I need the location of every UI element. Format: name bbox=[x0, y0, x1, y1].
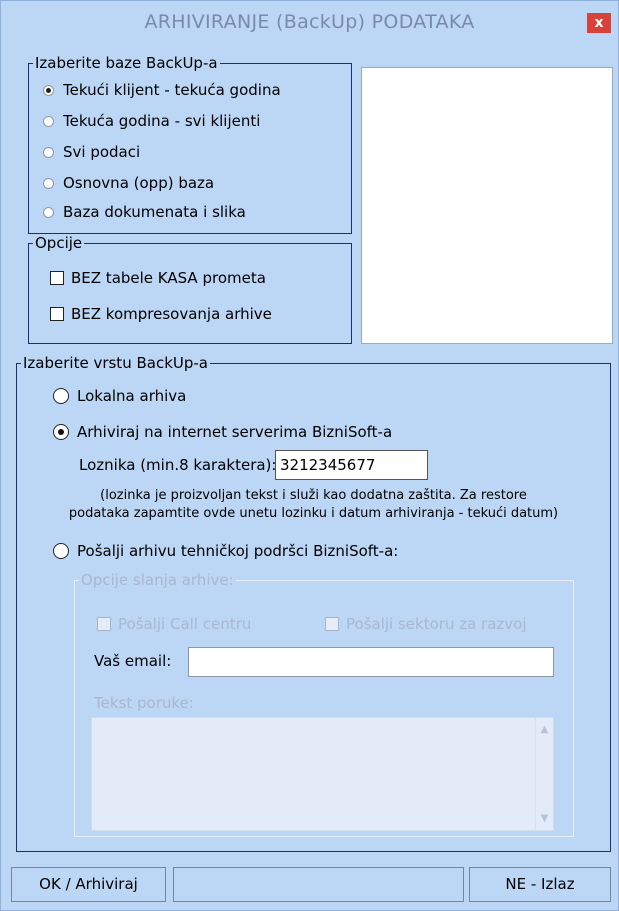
type-lokalna-arhiva[interactable]: Lokalna arhiva bbox=[53, 387, 186, 405]
button-spacer bbox=[173, 867, 464, 902]
password-note-line1: (lozinka je proizvoljan tekst i služi ka… bbox=[100, 488, 527, 503]
type-label: Pošalji arhivu tehničkoj podršci BizniSo… bbox=[77, 542, 399, 560]
message-textarea[interactable]: ▲ ▼ bbox=[91, 717, 554, 831]
type-label: Arhiviraj na internet serverima BizniSof… bbox=[77, 423, 393, 441]
backup-bases-legend: Izaberite baze BackUp-a bbox=[35, 54, 218, 72]
ok-archive-button[interactable]: OK / Arhiviraj bbox=[11, 867, 166, 902]
radio-icon[interactable] bbox=[43, 206, 54, 218]
base-option-dokumenti-slike[interactable]: Baza dokumenata i slika bbox=[43, 203, 246, 221]
send-razvoj[interactable]: Pošalji sektoru za razvoj bbox=[325, 615, 526, 633]
close-button[interactable]: x bbox=[587, 13, 611, 33]
preview-panel bbox=[361, 67, 613, 344]
backup-dialog: ARHIVIRANJE (BackUp) PODATAKA x Izaberit… bbox=[0, 0, 619, 911]
password-label: Loznika (min.8 karaktera): bbox=[79, 456, 277, 474]
base-option-svi-podaci[interactable]: Svi podaci bbox=[43, 143, 140, 161]
option-label: BEZ kompresovanja arhive bbox=[71, 305, 272, 323]
base-option-label: Baza dokumenata i slika bbox=[63, 203, 246, 221]
radio-selected-icon[interactable] bbox=[43, 84, 54, 96]
option-label: BEZ tabele KASA prometa bbox=[71, 269, 266, 287]
message-label: Tekst poruke: bbox=[94, 694, 194, 712]
type-internet-arhiva[interactable]: Arhiviraj na internet serverima BizniSof… bbox=[53, 423, 392, 441]
email-label: Vaš email: bbox=[94, 652, 172, 670]
base-option-label: Tekuća godina - svi klijenti bbox=[63, 112, 261, 130]
checkbox-icon[interactable] bbox=[325, 617, 339, 631]
scroll-up-icon[interactable]: ▲ bbox=[536, 724, 553, 735]
backup-type-legend: Izaberite vrstu BackUp-a bbox=[23, 354, 208, 372]
checkbox-icon[interactable] bbox=[50, 307, 64, 321]
email-input[interactable] bbox=[188, 647, 554, 677]
base-option-tekuca-godina[interactable]: Tekuća godina - svi klijenti bbox=[43, 112, 260, 130]
options-legend: Opcije bbox=[35, 234, 83, 252]
base-option-label: Svi podaci bbox=[63, 143, 141, 161]
checkbox-icon[interactable] bbox=[97, 617, 111, 631]
radio-selected-icon[interactable] bbox=[53, 424, 69, 440]
send-call-centar-label: Pošalji Call centru bbox=[118, 615, 252, 633]
radio-icon[interactable] bbox=[53, 543, 69, 559]
option-bez-kompresije[interactable]: BEZ kompresovanja arhive bbox=[50, 305, 272, 323]
option-bez-kasa[interactable]: BEZ tabele KASA prometa bbox=[50, 269, 266, 287]
type-posalji-podrsci[interactable]: Pošalji arhivu tehničkoj podršci BizniSo… bbox=[53, 542, 398, 560]
base-option-osnovna-baza[interactable]: Osnovna (opp) baza bbox=[43, 174, 214, 192]
base-option-label: Osnovna (opp) baza bbox=[63, 174, 215, 192]
radio-icon[interactable] bbox=[43, 177, 54, 189]
send-options-legend: Opcije slanja arhive: bbox=[81, 571, 234, 589]
checkbox-icon[interactable] bbox=[50, 271, 64, 285]
password-note-line2: podataka zapamtite ovde unetu lozinku i … bbox=[68, 506, 559, 521]
cancel-exit-button[interactable]: NE - Izlaz bbox=[469, 867, 611, 902]
radio-icon[interactable] bbox=[53, 388, 69, 404]
type-label: Lokalna arhiva bbox=[77, 387, 187, 405]
base-option-tekuci-klijent[interactable]: Tekući klijent - tekuća godina bbox=[43, 81, 281, 99]
base-option-label: Tekući klijent - tekuća godina bbox=[63, 81, 281, 99]
message-scrollbar[interactable]: ▲ ▼ bbox=[535, 718, 553, 830]
send-razvoj-label: Pošalji sektoru za razvoj bbox=[346, 615, 527, 633]
scroll-down-icon[interactable]: ▼ bbox=[536, 813, 553, 824]
send-call-centar[interactable]: Pošalji Call centru bbox=[97, 615, 251, 633]
password-input[interactable]: 3212345677 bbox=[275, 450, 428, 480]
title-bar[interactable]: ARHIVIRANJE (BackUp) PODATAKA x bbox=[1, 1, 618, 45]
radio-icon[interactable] bbox=[43, 146, 54, 158]
radio-icon[interactable] bbox=[43, 115, 54, 127]
options-group: Opcije bbox=[28, 234, 352, 344]
window-title: ARHIVIRANJE (BackUp) PODATAKA bbox=[144, 11, 475, 33]
